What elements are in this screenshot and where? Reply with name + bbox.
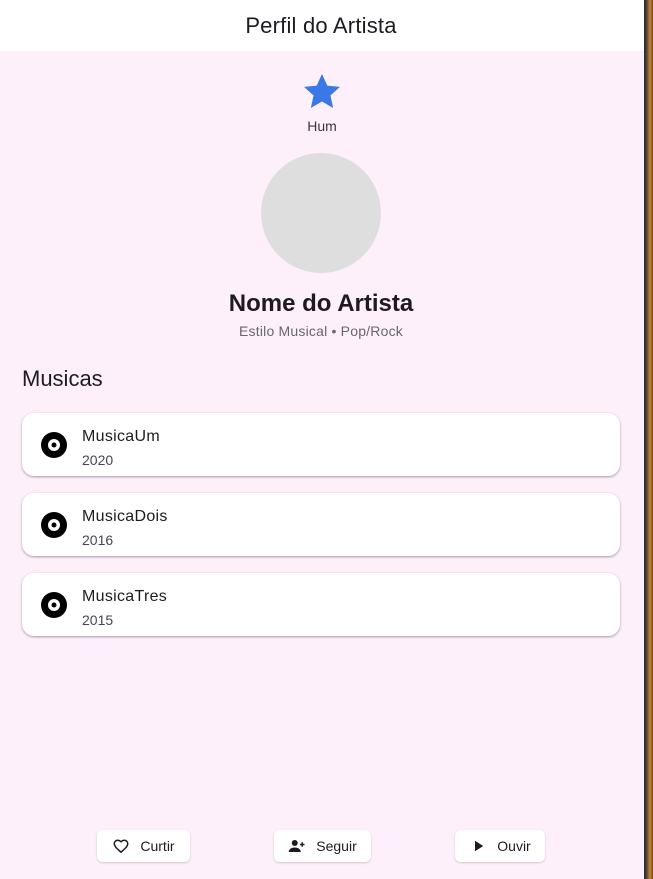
song-item[interactable]: MusicaTres 2015 bbox=[22, 573, 620, 636]
like-button-label: Curtir bbox=[140, 838, 175, 854]
disc-icon bbox=[41, 512, 67, 538]
disc-icon bbox=[41, 592, 67, 618]
song-title: MusicaTres bbox=[82, 588, 168, 605]
play-icon bbox=[475, 840, 484, 852]
page-title: Perfil do Artista bbox=[245, 12, 397, 38]
song-title: MusicaUm bbox=[82, 428, 160, 445]
song-title: MusicaDois bbox=[82, 508, 168, 525]
artist-genre: Estilo Musical • Pop/Rock bbox=[239, 323, 403, 339]
artist-profile-screen: Perfil do Artista Hum Nome do Artista Es… bbox=[0, 0, 644, 879]
song-item[interactable]: MusicaDois 2016 bbox=[22, 493, 620, 556]
song-year: 2015 bbox=[82, 612, 114, 628]
star-icon bbox=[304, 74, 340, 108]
rating-badge: Hum bbox=[0, 70, 644, 134]
song-year: 2020 bbox=[82, 452, 114, 468]
song-item[interactable]: MusicaUm 2020 bbox=[22, 413, 620, 476]
listen-button[interactable]: Ouvir bbox=[455, 830, 545, 862]
badge-label: Hum bbox=[307, 118, 337, 134]
heart-outline-icon bbox=[113, 839, 129, 854]
follow-button[interactable]: Seguir bbox=[274, 830, 371, 862]
song-list: MusicaUm 2020 MusicaDois 2016 MusicaTres… bbox=[22, 413, 620, 653]
app-bar: Perfil do Artista bbox=[0, 0, 644, 51]
like-button[interactable]: Curtir bbox=[97, 830, 190, 862]
device-edge bbox=[644, 0, 653, 879]
avatar bbox=[261, 153, 381, 273]
follow-button-label: Seguir bbox=[316, 838, 357, 854]
listen-button-label: Ouvir bbox=[497, 838, 531, 854]
disc-icon bbox=[41, 432, 67, 458]
artist-name: Nome do Artista bbox=[228, 290, 414, 317]
person-add-icon bbox=[289, 840, 305, 852]
song-year: 2016 bbox=[82, 532, 114, 548]
songs-section-title: Musicas bbox=[22, 366, 103, 391]
